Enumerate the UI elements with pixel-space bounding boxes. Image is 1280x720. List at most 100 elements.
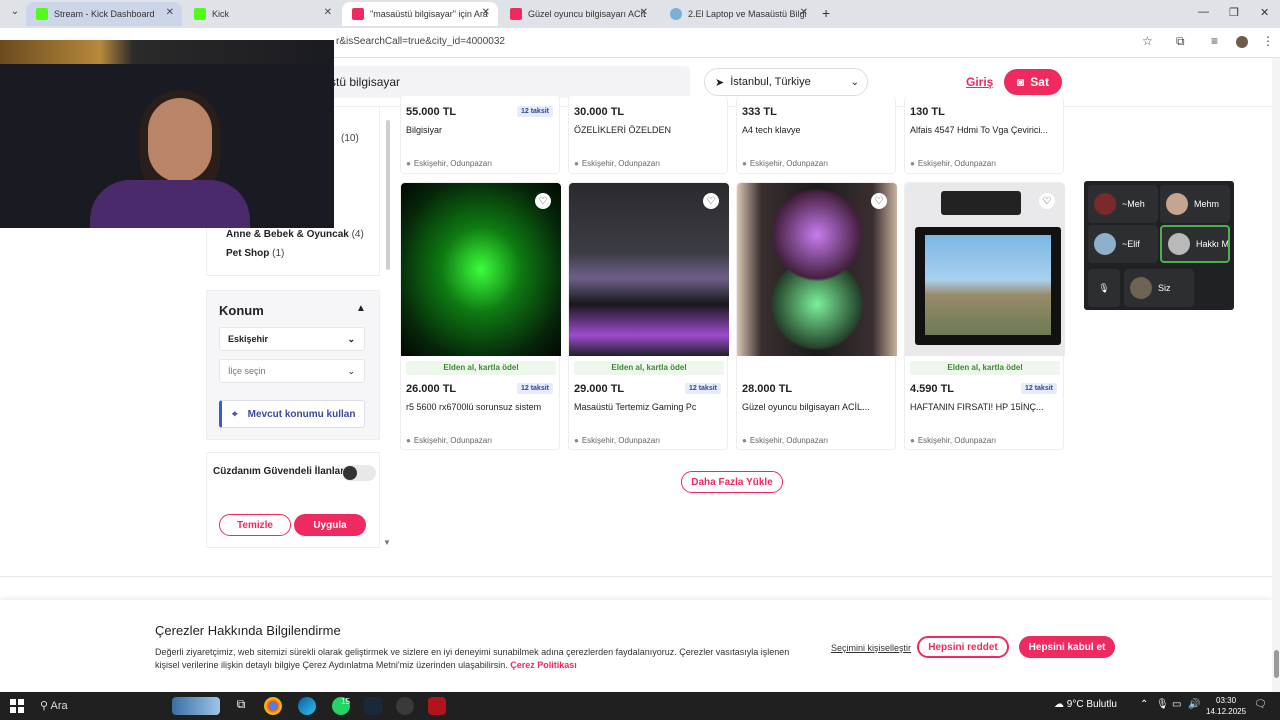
- system-clock[interactable]: 03:30 14.12.2025: [1206, 695, 1246, 717]
- steam-icon[interactable]: [364, 697, 382, 715]
- menu-icon[interactable]: ⋮: [1262, 34, 1274, 48]
- heart-icon[interactable]: ♡: [535, 193, 551, 209]
- listing-title: A4 tech klavye: [742, 125, 801, 135]
- participant-name: ~Elif: [1122, 239, 1140, 249]
- personalize-link[interactable]: Seçimini kişiselleştir: [831, 643, 911, 653]
- participant-tile[interactable]: Siz: [1124, 269, 1194, 307]
- participant-tile[interactable]: ~Elif: [1088, 225, 1158, 263]
- listing-card[interactable]: ♡ 28.000 TL Güzel oyuncu bilgisayarı ACİ…: [736, 182, 897, 450]
- map-pin-icon: ●: [742, 436, 747, 445]
- close-icon[interactable]: ✕: [640, 7, 648, 18]
- search-input[interactable]: stü bilgisayar: [320, 66, 690, 98]
- bookmark-star-icon[interactable]: ☆: [1142, 34, 1153, 48]
- map-pin-icon: ●: [574, 159, 579, 168]
- volume-icon[interactable]: 🔊: [1188, 699, 1200, 710]
- listing-image[interactable]: [569, 183, 729, 356]
- listing-card[interactable]: 30.000 TL ÖZELİKLERİ ÖZELDEN ● Eskişehir,…: [568, 96, 728, 174]
- accept-all-button[interactable]: Hepsini kabul et: [1019, 636, 1115, 658]
- listing-card[interactable]: ♡ Elden al, kartla ödel 29.000 TL 12 tak…: [568, 182, 729, 450]
- listing-image[interactable]: [905, 183, 1065, 356]
- category-baby[interactable]: Anne & Bebek & Oyuncak (4): [226, 229, 364, 240]
- search-highlight-icon[interactable]: [172, 697, 220, 715]
- chrome-icon[interactable]: [264, 697, 282, 715]
- cookie-policy-link[interactable]: Çerez Politikası: [510, 660, 577, 670]
- sidebar-scrollbar[interactable]: [386, 120, 390, 270]
- taskbar-search[interactable]: ⚲ Ara: [40, 699, 68, 712]
- address-bar[interactable]: r&isSearchCall=true&city_id=4000032: [336, 36, 505, 47]
- listing-card[interactable]: 333 TL A4 tech klavye ● Eskişehir, Odunpa…: [736, 96, 896, 174]
- category-count[interactable]: (10): [341, 133, 359, 144]
- listing-card[interactable]: 55.000 TL 12 taksit Bilgisiyar ● Eskişehi…: [400, 96, 560, 174]
- close-icon[interactable]: ✕: [166, 7, 174, 18]
- whatsapp-icon[interactable]: 15: [332, 697, 350, 715]
- heart-icon[interactable]: ♡: [871, 193, 887, 209]
- listing-location: Eskişehir, Odunpazarı: [749, 436, 829, 445]
- participant-name: Hakkı M: [1196, 239, 1230, 249]
- tray-chevron-icon[interactable]: ⌃: [1140, 699, 1148, 710]
- tab-kick-dashboard[interactable]: Stream - Kick Dashboard ✕: [26, 2, 182, 26]
- tab-laptops[interactable]: 2.El Laptop ve Masaüstü Bilgisa ✕: [660, 2, 816, 26]
- listing-image[interactable]: [737, 183, 897, 356]
- apply-filters-button[interactable]: Uygula: [294, 514, 366, 536]
- close-icon[interactable]: ✕: [324, 7, 332, 18]
- city-select[interactable]: Eskişehir ⌄: [219, 327, 365, 351]
- reject-all-button[interactable]: Hepsini reddet: [917, 636, 1009, 658]
- letgo-icon: [352, 8, 364, 20]
- close-icon[interactable]: ✕: [482, 7, 490, 18]
- page-scrollbar[interactable]: [1272, 58, 1280, 692]
- app-icon[interactable]: [428, 697, 446, 715]
- network-icon[interactable]: ▭: [1172, 699, 1181, 710]
- windows-start-icon[interactable]: [10, 699, 24, 713]
- wallet-toggle[interactable]: [342, 465, 376, 481]
- category-pet-shop[interactable]: Pet Shop (1): [226, 248, 284, 259]
- location-selector[interactable]: ➤ İstanbul, Türkiye ⌄: [704, 68, 868, 96]
- load-more-button[interactable]: Daha Fazla Yükle: [681, 471, 783, 493]
- listing-title: Alfais 4547 Hdmi To Vga Çevirici...: [910, 125, 1048, 135]
- heart-icon[interactable]: ♡: [1039, 193, 1055, 209]
- close-window-icon[interactable]: ✕: [1260, 6, 1269, 19]
- participant-tile[interactable]: ~Meh: [1088, 185, 1158, 223]
- extensions-icon[interactable]: ⧉: [1176, 34, 1185, 49]
- heart-icon[interactable]: ♡: [703, 193, 719, 209]
- profile-avatar[interactable]: [1236, 36, 1248, 48]
- new-tab-icon[interactable]: +: [822, 5, 830, 21]
- pay-badge: Elden al, kartla ödel: [910, 361, 1060, 375]
- use-current-location-button[interactable]: ⌖ Mevcut konumu kullan: [219, 400, 365, 428]
- microphone-tray-icon[interactable]: 🎙: [1156, 699, 1169, 710]
- task-view-icon[interactable]: ⧉: [232, 697, 250, 715]
- listing-title: r5 5600 rx6700lü sorunsuz sistem: [406, 402, 542, 412]
- listing-card[interactable]: ♡ Elden al, kartla ödel 26.000 TL 12 tak…: [400, 182, 561, 450]
- chevron-up-icon[interactable]: ▲: [356, 303, 366, 314]
- listing-card[interactable]: 130 TL Alfais 4547 Hdmi To Vga Çevirici.…: [904, 96, 1064, 174]
- obs-icon[interactable]: [396, 697, 414, 715]
- sell-label: Sat: [1030, 75, 1049, 89]
- district-select[interactable]: İlçe seçin ⌄: [219, 359, 365, 383]
- close-icon[interactable]: ✕: [800, 7, 808, 18]
- mic-button[interactable]: 🎙: [1088, 269, 1120, 307]
- minimize-icon[interactable]: —: [1198, 6, 1209, 18]
- chevron-down-icon: ⌄: [347, 334, 355, 344]
- map-pin-icon: ●: [742, 159, 747, 168]
- participant-tile[interactable]: Mehm: [1160, 185, 1230, 223]
- city-value: Eskişehir: [228, 334, 269, 344]
- participant-tile[interactable]: Hakkı M: [1160, 225, 1230, 263]
- location-filter-title[interactable]: Konum: [219, 303, 264, 318]
- scrollbar-thumb[interactable]: [1274, 650, 1279, 678]
- sell-button[interactable]: ◙ Sat: [1004, 69, 1062, 95]
- tab-search-chevron-icon[interactable]: ⌄: [6, 6, 24, 22]
- weather-widget[interactable]: ☁ 9°C Bulutlu: [1054, 699, 1117, 710]
- tab-listing[interactable]: Güzel oyuncu bilgisayarı ACİL S ✕: [500, 2, 656, 26]
- tab-kick[interactable]: Kick ✕: [184, 2, 340, 26]
- tab-search-results[interactable]: "masaüstü bilgisayar" için Aran ✕: [342, 2, 498, 26]
- listing-card[interactable]: ♡ Elden al, kartla ödel 4.590 TL 12 taks…: [904, 182, 1065, 450]
- login-link[interactable]: Giriş: [966, 75, 993, 89]
- scroll-down-icon[interactable]: ▼: [383, 538, 391, 547]
- clear-filters-button[interactable]: Temizle: [219, 514, 291, 536]
- monitor-screen: [925, 235, 1051, 335]
- listing-image[interactable]: [401, 183, 561, 356]
- notifications-icon[interactable]: 🗨: [1254, 699, 1267, 710]
- restore-icon[interactable]: ❐: [1229, 6, 1239, 19]
- media-icon[interactable]: ≡: [1211, 34, 1218, 48]
- edge-icon[interactable]: [298, 697, 316, 715]
- listing-location: Eskişehir, Odunpazarı: [917, 436, 997, 445]
